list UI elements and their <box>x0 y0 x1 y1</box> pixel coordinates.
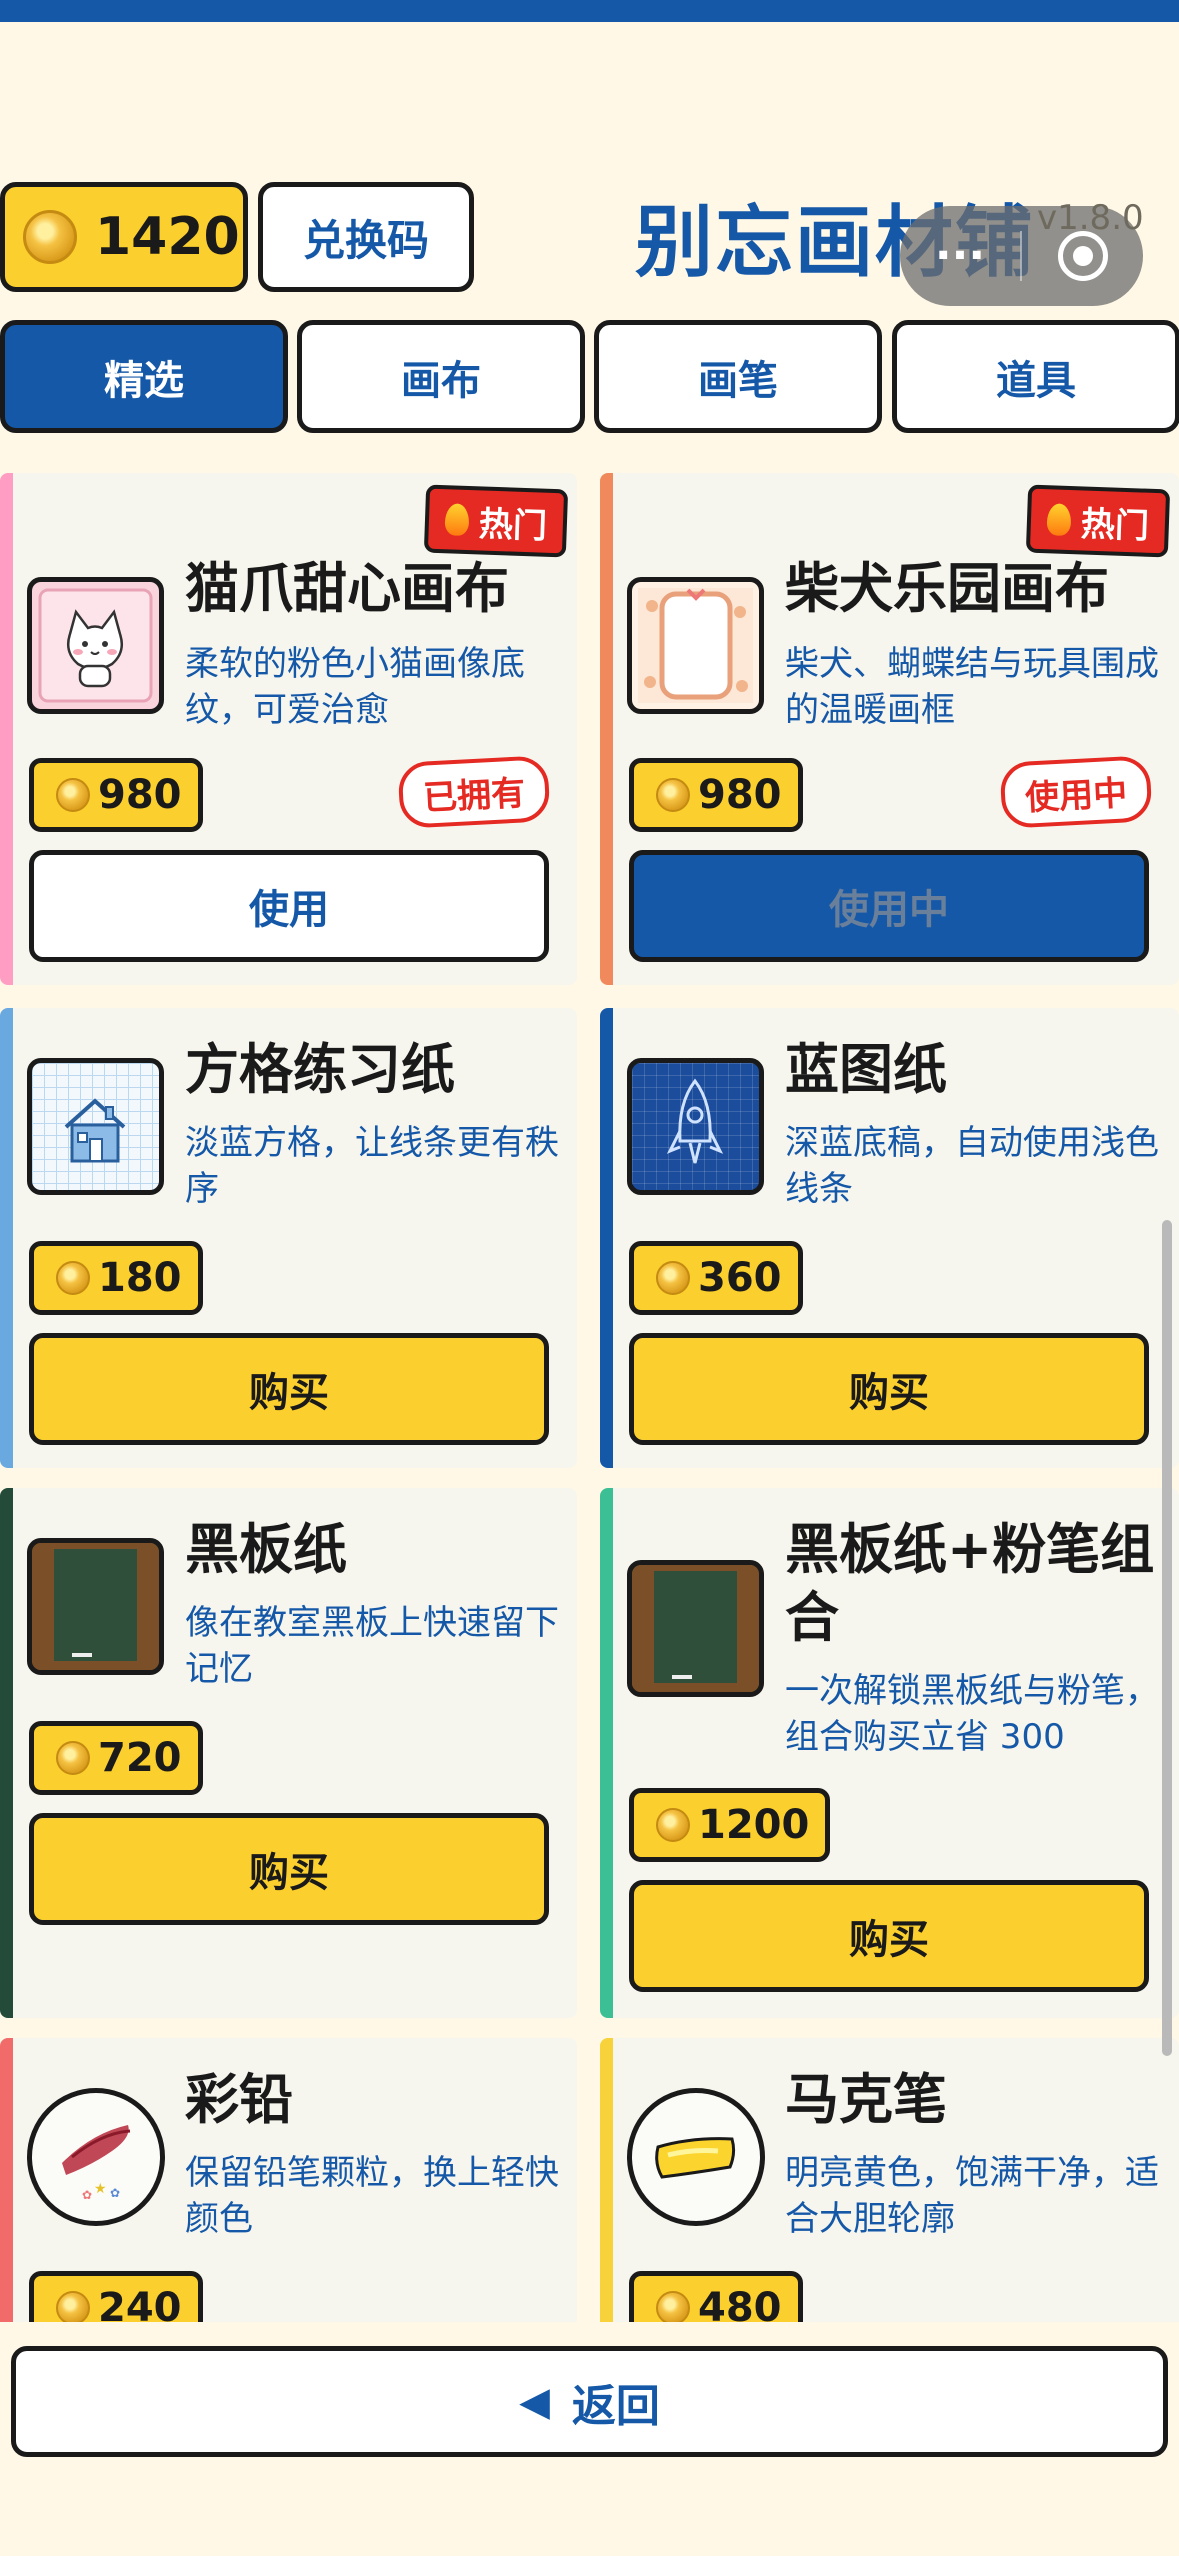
product-description: 柴犬、蝴蝶结与玩具围成的温暖画框 <box>785 644 1159 730</box>
product-name: 马克笔 <box>785 2068 947 2131</box>
product-card: 热门 猫爪甜心画布 柔软的粉色小猫画像底纹，可爱治愈 980 已拥有 使用 <box>0 473 577 985</box>
card-stripe <box>0 1008 13 1468</box>
product-grid[interactable]: 热门 猫爪甜心画布 柔软的粉色小猫画像底纹，可爱治愈 980 已拥有 使用 热门 <box>0 470 1179 2322</box>
coin-icon <box>656 1261 690 1295</box>
card-stripe <box>0 2038 13 2322</box>
product-card: 马克笔 明亮黄色，饱满干净，适合大胆轮廓 480 <box>600 2038 1179 2322</box>
in-use-button[interactable]: 使用中 <box>629 850 1149 962</box>
back-label: 返回 <box>571 2380 660 2432</box>
tab-tools[interactable]: 道具 <box>892 320 1179 433</box>
product-card: 黑板纸+粉笔组合 一次解锁黑板纸与粉笔，组合购买立省 300 1200 购买 <box>600 1488 1179 2018</box>
chalkboard-set-thumbnail <box>627 1560 764 1697</box>
product-name: 蓝图纸 <box>785 1038 947 1101</box>
product-card: 黑板纸 像在教室黑板上快速留下记忆 720 购买 <box>0 1488 577 2018</box>
use-button[interactable]: 使用 <box>29 850 549 962</box>
coin-icon <box>56 778 90 812</box>
more-icon[interactable]: ··· <box>900 234 1020 278</box>
price-tag: 480 <box>629 2271 803 2322</box>
product-name: 柴犬乐园画布 <box>785 557 1109 620</box>
price-tag: 720 <box>29 1721 203 1795</box>
blueprint-thumbnail <box>627 1058 764 1195</box>
top-status-bar <box>0 0 1179 22</box>
card-stripe <box>600 2038 613 2322</box>
tab-featured[interactable]: 精选 <box>0 320 288 433</box>
buy-button[interactable]: 购买 <box>629 1880 1149 1992</box>
hot-badge: 热门 <box>1025 484 1171 558</box>
product-description: 像在教室黑板上快速留下记忆 <box>185 1603 559 1689</box>
grid-paper-thumbnail <box>27 1058 164 1195</box>
price-tag: 980 <box>629 758 803 832</box>
product-description: 保留铅笔颗粒，换上轻快颜色 <box>185 2153 559 2239</box>
price-tag: 180 <box>29 1241 203 1315</box>
version-label: v1.8.0 <box>1037 198 1144 238</box>
price-tag: 360 <box>629 1241 803 1315</box>
card-stripe <box>600 1008 613 1468</box>
product-description: 深蓝底稿，自动使用浅色线条 <box>785 1123 1159 1209</box>
chalkboard-thumbnail <box>27 1538 164 1675</box>
buy-button[interactable]: 购买 <box>29 1813 549 1925</box>
product-name: 黑板纸+粉笔组合 <box>785 1518 1155 1649</box>
tab-canvas[interactable]: 画布 <box>297 320 585 433</box>
owned-badge: 已拥有 <box>397 755 551 829</box>
tab-brushes[interactable]: 画笔 <box>594 320 882 433</box>
price-tag: 1200 <box>629 1788 831 1862</box>
shiba-canvas-thumbnail <box>627 577 764 714</box>
svg-text:✿: ✿ <box>82 2188 92 2202</box>
coin-balance-value: 1420 <box>95 207 240 267</box>
hot-badge: 热门 <box>423 484 569 558</box>
product-card: 蓝图纸 深蓝底稿，自动使用浅色线条 360 购买 <box>600 1008 1179 1468</box>
product-name: 猫爪甜心画布 <box>185 557 509 620</box>
coin-icon <box>56 1741 90 1775</box>
in-use-badge: 使用中 <box>999 755 1153 829</box>
card-stripe <box>600 1488 613 2018</box>
redeem-code-button[interactable]: 兑换码 <box>258 182 474 292</box>
card-stripe <box>0 473 13 985</box>
colored-pencil-thumbnail: ★ ✿ ✿ <box>27 2088 165 2226</box>
product-description: 明亮黄色，饱满干净，适合大胆轮廓 <box>785 2153 1159 2239</box>
buy-button[interactable]: 购买 <box>29 1333 549 1445</box>
marker-thumbnail <box>627 2088 765 2226</box>
buy-button[interactable]: 购买 <box>629 1333 1149 1445</box>
cat-canvas-thumbnail <box>27 577 164 714</box>
product-name: 黑板纸 <box>185 1518 347 1581</box>
flame-icon <box>1046 503 1072 537</box>
coin-icon <box>656 1808 690 1842</box>
back-arrow-icon: ◀ <box>519 2378 550 2425</box>
price-tag: 980 <box>29 758 203 832</box>
coin-icon <box>56 2291 90 2322</box>
scrollbar[interactable] <box>1162 1220 1172 2056</box>
svg-text:✿: ✿ <box>110 2186 120 2200</box>
coin-balance: 1420 <box>0 182 248 292</box>
product-card: 方格练习纸 淡蓝方格，让线条更有秩序 180 购买 <box>0 1008 577 1468</box>
product-name: 方格练习纸 <box>185 1038 455 1101</box>
coin-icon <box>656 2291 690 2322</box>
svg-text:★: ★ <box>94 2181 107 2197</box>
product-card: 热门 柴犬乐园画布 柴犬、蝴蝶结与玩具围成的温暖画框 980 使用中 使用中 <box>600 473 1179 985</box>
product-description: 淡蓝方格，让线条更有秩序 <box>185 1123 559 1209</box>
product-description: 柔软的粉色小猫画像底纹，可爱治愈 <box>185 644 525 730</box>
flame-icon <box>444 503 470 537</box>
coin-icon <box>23 210 77 264</box>
product-card: ★ ✿ ✿ 彩铅 保留铅笔颗粒，换上轻快颜色 240 <box>0 2038 577 2322</box>
price-tag: 240 <box>29 2271 203 2322</box>
card-stripe <box>0 1488 13 2018</box>
coin-icon <box>56 1261 90 1295</box>
product-description: 一次解锁黑板纸与粉笔，组合购买立省 300 <box>785 1671 1159 1757</box>
back-button[interactable]: ◀ 返回 <box>11 2346 1168 2457</box>
coin-icon <box>656 778 690 812</box>
product-name: 彩铅 <box>185 2068 293 2131</box>
card-stripe <box>600 473 613 985</box>
close-mini-program-icon[interactable] <box>1022 231 1143 281</box>
